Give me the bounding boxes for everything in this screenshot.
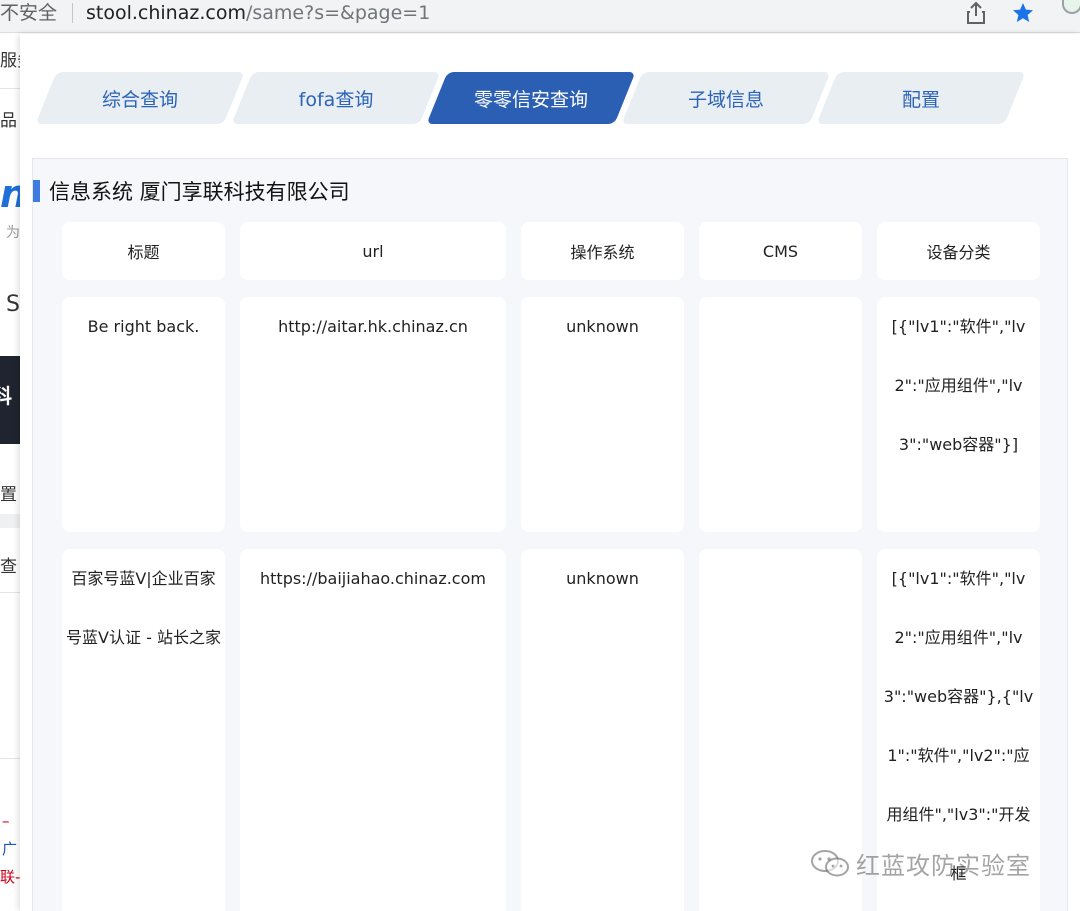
bg-fragment: – (2, 812, 10, 830)
bg-divider (0, 758, 20, 759)
bg-divider (0, 88, 20, 89)
tab-fofa-query[interactable]: fofa查询 (242, 72, 430, 124)
extension-icon[interactable] (1062, 0, 1080, 14)
column-header-cms: CMS (699, 222, 862, 280)
tab-lingling-query[interactable]: 零零信安查询 (437, 72, 625, 124)
background-page: 服务 品 n 为 S 科 置 查 (0, 34, 20, 911)
bg-fragment: 科 (0, 384, 12, 408)
tab-label: 配置 (901, 88, 940, 111)
column-header-category: 设备分类 (877, 222, 1040, 280)
share-icon[interactable] (964, 0, 988, 26)
watermark: 红蓝攻防实验室 (810, 846, 1031, 880)
cell-text: 百家号蓝V|企业百家号蓝V认证 - 站长之家 (66, 569, 221, 647)
table-cell-title: 百家号蓝V|企业百家号蓝V认证 - 站长之家 (62, 549, 225, 911)
bg-band (0, 514, 20, 528)
wechat-icon (811, 850, 849, 877)
table-cell-os: unknown (521, 549, 684, 911)
address-separator (72, 3, 73, 23)
table-cell-os: unknown (521, 297, 684, 532)
bg-fragment: 品 (0, 111, 17, 131)
bookmark-star-icon[interactable] (1011, 0, 1035, 26)
cell-text: [{"lv1":"软件","lv2":"应用组件","lv3":"web容器"}… (891, 317, 1026, 454)
tab-subdomain-info[interactable]: 子域信息 (632, 72, 820, 124)
watermark-text: 红蓝攻防实验室 (856, 851, 1031, 880)
url-field[interactable]: stool.chinaz.com/same?s=&page=1 (86, 0, 430, 26)
header-label: CMS (762, 241, 799, 261)
column-header-url: url (240, 222, 506, 280)
tab-bar: 综合查询 fofa查询 零零信安查询 子域信息 配置 (20, 72, 1080, 124)
tab-label: 零零信安查询 (473, 88, 588, 111)
cell-link[interactable]: http://aitar.hk.chinaz.cn (243, 297, 503, 356)
tab-label: 综合查询 (101, 88, 178, 111)
section-title: 信息系统 厦门享联科技有限公司 (33, 177, 350, 205)
tab-label: fofa查询 (298, 88, 374, 111)
table-cell-title: Be right back. (62, 297, 225, 532)
cell-text: unknown (566, 569, 639, 588)
table-cell-url[interactable]: http://aitar.hk.chinaz.cn (240, 297, 506, 532)
bg-fragment: 查 (0, 557, 17, 577)
bg-fragment: 为 (6, 225, 20, 241)
url-path: /same?s=&page=1 (245, 2, 431, 24)
results-content: 信息系统 厦门享联科技有限公司 标题 url 操作系统 CMS 设备分类 Be … (32, 158, 1068, 911)
browser-address-bar: 不安全 stool.chinaz.com/same?s=&page=1 (0, 0, 1080, 33)
cell-text: Be right back. (87, 317, 200, 336)
url-host: stool.chinaz.com (86, 2, 246, 24)
tab-config[interactable]: 配置 (827, 72, 1015, 124)
extension-panel: 综合查询 fofa查询 零零信安查询 子域信息 配置 信息系统 厦门享联科技有限… (20, 34, 1080, 911)
cell-text: unknown (566, 317, 639, 336)
table-cell-cms (699, 297, 862, 532)
section-title-text: 信息系统 厦门享联科技有限公司 (49, 180, 350, 204)
cell-link[interactable]: https://baijiahao.chinaz.com (243, 549, 503, 608)
column-header-os: 操作系统 (521, 222, 684, 280)
header-label: 操作系统 (570, 243, 635, 262)
tab-comprehensive-query[interactable]: 综合查询 (46, 72, 234, 124)
bg-fragment: 联- (0, 868, 21, 886)
bg-fragment: S (6, 292, 20, 317)
bg-logo: n (0, 172, 20, 216)
table-cell-category: [{"lv1":"软件","lv2":"应用组件","lv3":"web容器"}… (877, 297, 1040, 532)
header-label: 标题 (127, 243, 160, 262)
bg-divider (0, 592, 20, 593)
title-accent-bar (33, 180, 40, 202)
bg-fragment: 广 (2, 840, 18, 858)
security-indicator[interactable]: 不安全 (0, 0, 57, 26)
table-cell-url[interactable]: https://baijiahao.chinaz.com (240, 549, 506, 911)
bg-fragment: 服务 (0, 51, 20, 71)
bg-banner: 科 (0, 356, 20, 444)
tab-label: 子域信息 (687, 88, 764, 111)
header-label: url (362, 241, 384, 261)
bg-fragment: 置 (0, 485, 17, 505)
column-header-title: 标题 (62, 222, 225, 280)
header-label: 设备分类 (926, 243, 991, 262)
